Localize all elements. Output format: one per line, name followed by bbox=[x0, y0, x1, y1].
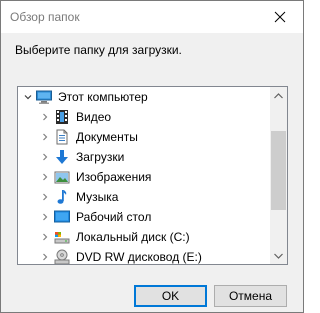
tree-item-label: Изображения bbox=[76, 170, 152, 184]
title-bar: Обзор папок bbox=[1, 1, 303, 33]
tree-item-pictures[interactable]: Изображения bbox=[18, 167, 271, 187]
tree-item-this-pc[interactable]: Этот компьютер bbox=[18, 87, 271, 107]
tree-item-video[interactable]: Видео bbox=[18, 107, 271, 127]
tree-item-label: Документы bbox=[76, 130, 138, 144]
scroll-down-button[interactable] bbox=[270, 247, 287, 264]
dvd-drive-icon bbox=[54, 249, 70, 264]
desktop-icon bbox=[54, 210, 70, 223]
documents-icon bbox=[56, 129, 68, 145]
folder-tree[interactable]: Этот компьютер Видео Документы Загрузки … bbox=[17, 86, 288, 265]
chevron-right-icon[interactable] bbox=[41, 133, 49, 141]
tree-item-music[interactable]: Музыка bbox=[18, 187, 271, 207]
arrow-up-icon bbox=[274, 92, 283, 98]
chevron-right-icon[interactable] bbox=[41, 213, 49, 221]
vertical-scrollbar[interactable] bbox=[270, 87, 287, 264]
prompt-text: Выберите папку для загрузки. bbox=[15, 43, 182, 57]
tree-item-label: Музыка bbox=[76, 190, 119, 204]
computer-icon bbox=[36, 90, 52, 104]
chevron-right-icon[interactable] bbox=[41, 253, 49, 261]
ok-button[interactable]: OK bbox=[134, 285, 207, 307]
tree-item-label: Видео bbox=[76, 110, 112, 124]
arrow-down-icon bbox=[274, 253, 283, 259]
video-icon bbox=[56, 110, 68, 124]
pictures-icon bbox=[54, 171, 70, 184]
music-icon bbox=[57, 190, 67, 204]
chevron-right-icon[interactable] bbox=[41, 113, 49, 121]
chevron-right-icon[interactable] bbox=[41, 173, 49, 181]
tree-item-label: Рабочий стол bbox=[76, 210, 152, 224]
chevron-right-icon[interactable] bbox=[41, 233, 49, 241]
scroll-up-button[interactable] bbox=[270, 87, 287, 104]
scroll-thumb[interactable] bbox=[271, 131, 286, 210]
tree-item-downloads[interactable]: Загрузки bbox=[18, 147, 271, 167]
browse-folder-dialog: Обзор папок Выберите папку для загрузки. bbox=[0, 0, 304, 313]
tree-item-label: DVD RW дисковод (E:) bbox=[76, 250, 202, 264]
tree-item-label: Этот компьютер bbox=[58, 90, 148, 104]
close-button[interactable] bbox=[257, 1, 303, 33]
local-disk-icon bbox=[54, 232, 70, 244]
chevron-right-icon[interactable] bbox=[41, 153, 49, 161]
tree-item-desktop[interactable]: Рабочий стол bbox=[18, 207, 271, 227]
chevron-right-icon[interactable] bbox=[41, 193, 49, 201]
tree-item-documents[interactable]: Документы bbox=[18, 127, 271, 147]
tree-item-label: Локальный диск (C:) bbox=[76, 230, 190, 244]
downloads-icon bbox=[56, 150, 68, 164]
tree-item-label: Загрузки bbox=[76, 150, 125, 164]
window-title: Обзор папок bbox=[10, 10, 80, 24]
close-icon bbox=[274, 11, 286, 23]
tree-item-local-disk-c[interactable]: Локальный диск (C:) bbox=[18, 227, 271, 247]
cancel-button[interactable]: Отмена bbox=[214, 285, 287, 307]
chevron-down-icon[interactable] bbox=[24, 93, 32, 101]
tree-item-dvd-drive-e[interactable]: DVD RW дисковод (E:) bbox=[18, 247, 271, 264]
